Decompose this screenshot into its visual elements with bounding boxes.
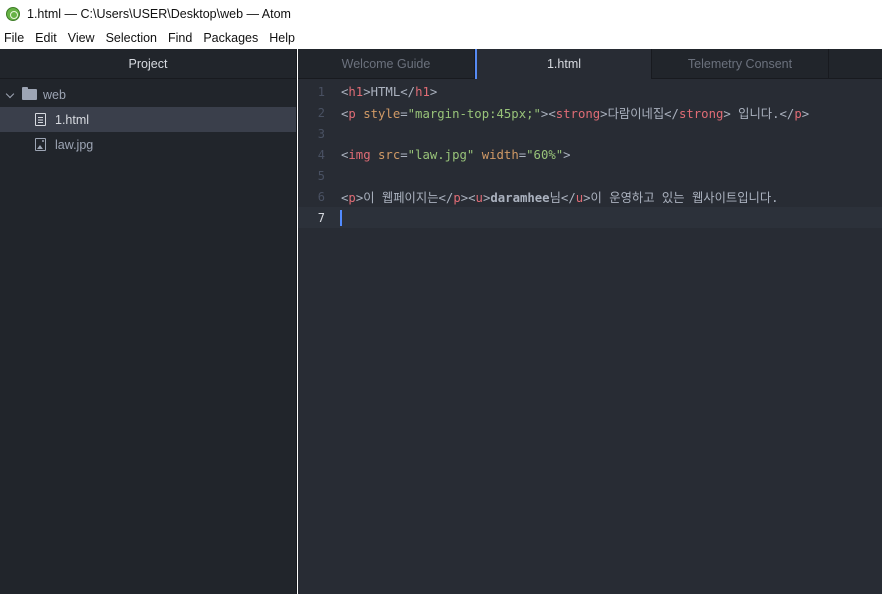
line-content: <img src="law.jpg" width="60%"> [341,148,571,162]
title-bar: 1.html — C:\Users\USER\Desktop\web — Ato… [0,0,882,28]
code-token: HTML [370,84,401,99]
line-content: <p>이 웹페이지는</p><u>daramhee님</u>이 운영하고 있는 … [341,188,779,206]
code-token: = [400,147,408,162]
code-token: style [363,106,401,121]
tab-welcome-guide[interactable]: Welcome Guide [298,49,475,79]
code-token: > [583,190,591,205]
line-number: 3 [317,126,325,141]
code-token: </ [400,84,416,99]
project-panel: Project web 1.html law.jpg [0,49,297,594]
code-token: 입니다. [730,106,780,121]
tab-overflow[interactable] [829,49,881,79]
code-token: width [481,147,519,162]
menu-bar: File Edit View Selection Find Packages H… [0,28,882,49]
menu-edit[interactable]: Edit [30,28,63,49]
file-tree: web 1.html law.jpg [0,79,296,157]
menu-packages[interactable]: Packages [198,28,264,49]
code-editor[interactable]: 1 <h1>HTML</h1> 2 <p style="margin-top:45px… [298,79,882,228]
code-token: </ [664,106,679,121]
chevron-down-icon[interactable] [5,90,15,100]
image-file-icon [35,138,46,151]
code-token: p [794,106,802,121]
menu-selection[interactable]: Selection [101,28,163,49]
tab-bar: Welcome Guide 1.html Telemetry Consent [298,49,882,79]
menu-help[interactable]: Help [264,28,301,49]
code-token: 이 웹페이지는 [363,190,439,205]
atom-logo-icon [6,7,20,21]
code-token: < [548,106,556,121]
code-token: h1 [348,84,364,99]
tab-telemetry-consent[interactable]: Telemetry Consent [652,49,829,79]
code-token: p [348,190,356,205]
menu-view[interactable]: View [63,28,101,49]
code-line[interactable]: 4 <img src="law.jpg" width="60%"> [298,144,882,165]
code-token: 님 [549,190,561,205]
tree-file-law-jpg[interactable]: law.jpg [0,132,296,157]
code-token: "60%" [526,147,564,162]
code-token: </ [779,106,795,121]
line-number: 1 [317,84,325,99]
line-number: 5 [317,168,325,183]
tree-file-1-html[interactable]: 1.html [0,107,296,132]
code-token: > [363,84,371,99]
code-token: > [429,84,438,99]
code-token: strong [678,106,724,121]
folder-icon [22,87,37,100]
folder-label: web [43,87,66,102]
code-token: h1 [415,84,430,99]
code-token: u [475,190,483,205]
line-number: 2 [317,105,325,120]
text-file-icon [35,113,46,126]
file-label: law.jpg [55,137,94,152]
line-content: <h1>HTML</h1> [341,85,437,99]
code-token: < [468,190,476,205]
editor-pane: Welcome Guide 1.html Telemetry Consent 1… [298,49,882,594]
code-token: p [453,190,461,205]
code-line[interactable]: 6 <p>이 웹페이지는</p><u>daramhee님</u>이 운영하고 있는… [298,186,882,207]
code-line[interactable]: 2 <p style="margin-top:45px;"><strong>다람이… [298,102,882,123]
code-line[interactable]: 1 <h1>HTML</h1> [298,81,882,102]
window-title: 1.html — C:\Users\USER\Desktop\web — Ato… [27,7,291,21]
line-number: 7 [317,210,325,225]
code-token: strong [555,106,601,121]
code-token: > [563,147,571,162]
code-token: p [348,106,356,121]
code-token: 다람이네집 [607,106,665,121]
code-token: "law.jpg" [407,147,475,162]
text-cursor [340,210,342,226]
code-token: 이 운영하고 있는 웹사이트입니다. [590,190,779,205]
code-token: "margin-top:45px;" [407,106,541,121]
code-token: daramhee [490,190,550,205]
menu-find[interactable]: Find [163,28,198,49]
line-number: 4 [317,147,325,162]
menu-file[interactable]: File [0,28,30,49]
code-token: </ [560,190,576,205]
code-line[interactable]: 3 [298,123,882,144]
code-line[interactable]: 7 [298,207,882,228]
tab-1-html[interactable]: 1.html [475,49,652,79]
code-token: src [378,147,401,162]
code-line[interactable]: 5 [298,165,882,186]
code-token: </ [438,190,454,205]
code-token: > [723,106,731,121]
tree-folder-web[interactable]: web [0,82,296,107]
code-token: > [801,106,810,121]
file-label: 1.html [55,112,90,127]
code-token: > [600,106,608,121]
code-token: = [400,106,408,121]
line-content: <p style="margin-top:45px;"><strong>다람이네… [341,104,809,122]
line-number: 6 [317,189,325,204]
project-panel-title: Project [0,49,296,79]
code-token: img [348,147,371,162]
